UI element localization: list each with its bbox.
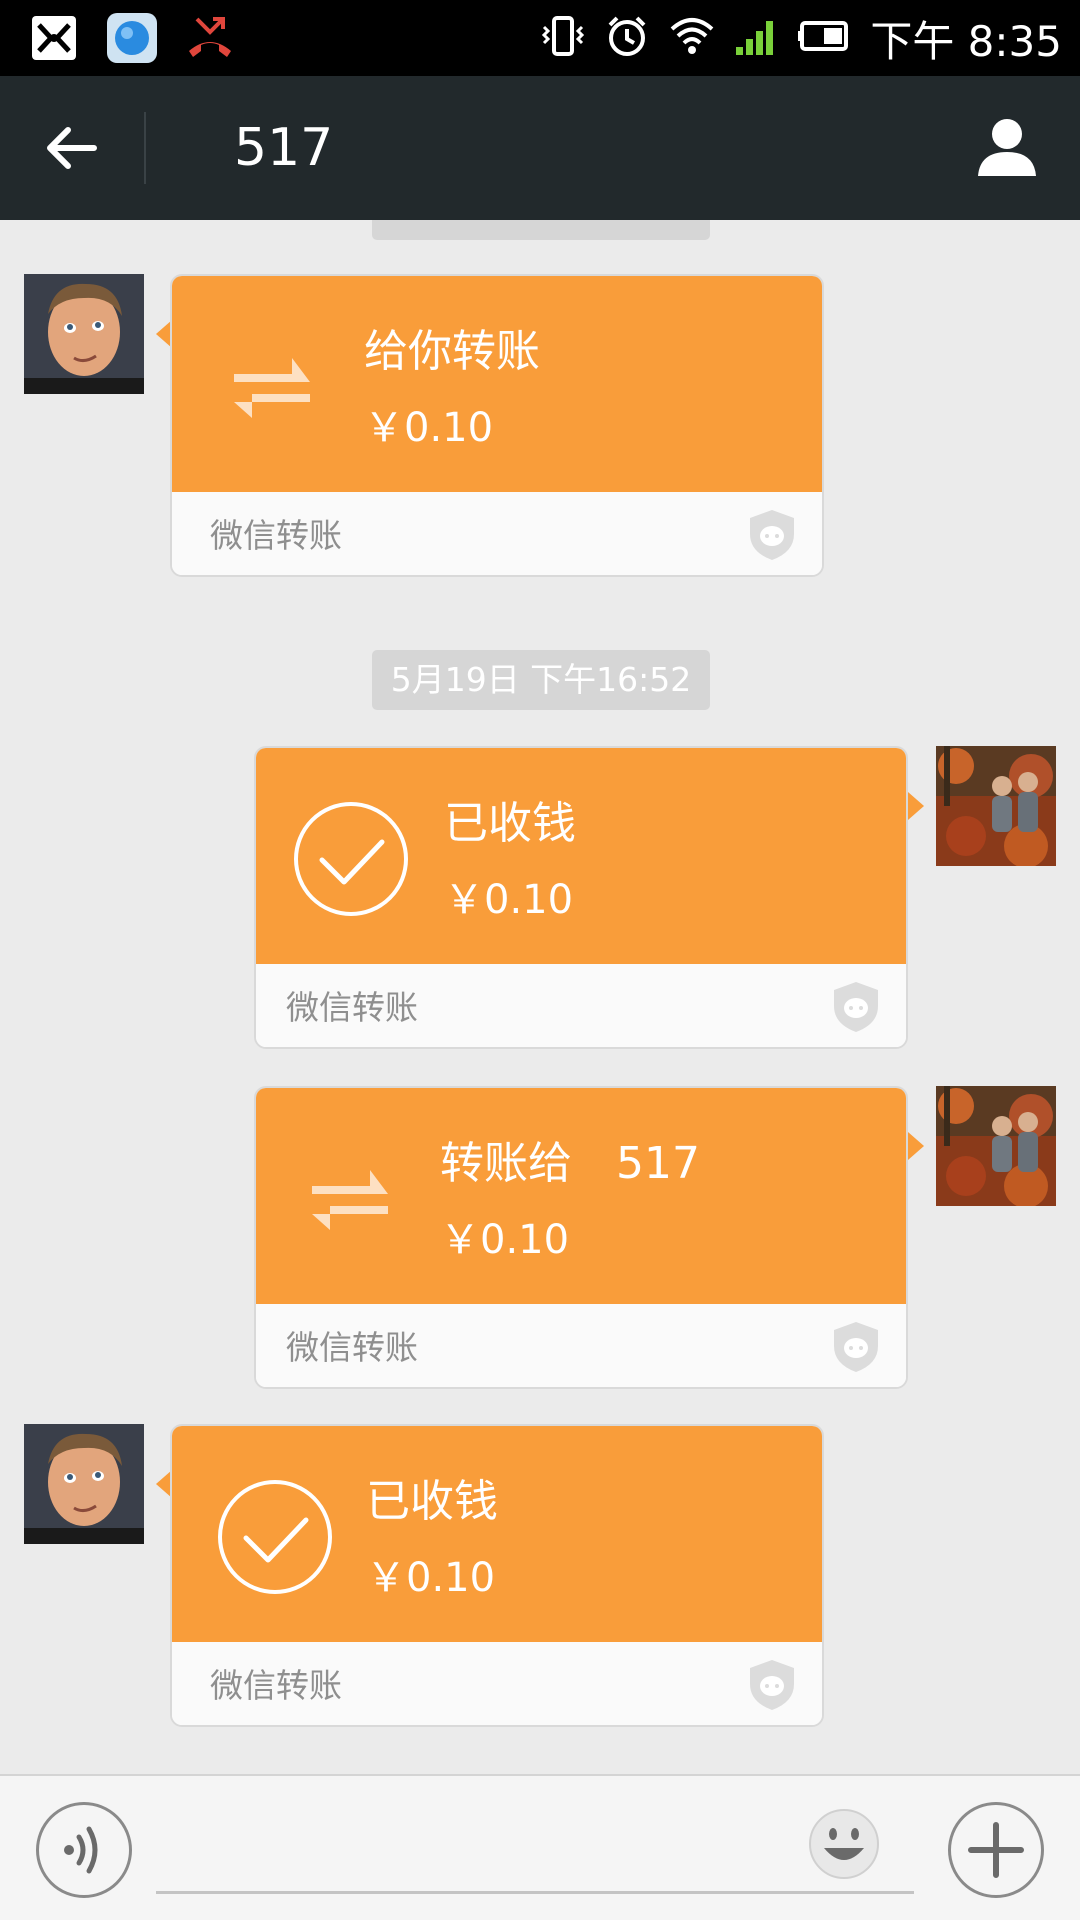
received-title: 已收钱 xyxy=(366,1476,498,1527)
plus-icon xyxy=(968,1822,1024,1878)
battery-icon xyxy=(796,13,852,63)
transfer-arrows-icon xyxy=(312,1170,388,1230)
transfer-bubble[interactable]: 给你转账 ￥0.10 微信转账 xyxy=(170,274,824,577)
chat-info-button[interactable] xyxy=(974,114,1040,180)
arrow-left-icon xyxy=(47,127,97,169)
signal-icon xyxy=(734,13,778,63)
bubble-footer: 微信转账 xyxy=(256,1304,906,1387)
wechat-transfer-label: 微信转账 xyxy=(210,1666,342,1705)
transfer-recipient: 517 xyxy=(616,1138,700,1189)
wifi-icon xyxy=(668,13,716,63)
shield-icon xyxy=(750,1660,794,1710)
voice-button[interactable] xyxy=(36,1802,132,1898)
transfer-title: 转账给 517 xyxy=(440,1136,700,1192)
transfer-amount: ￥0.10 xyxy=(440,1217,570,1263)
transfer-bubble[interactable]: 转账给 517 ￥0.10 微信转账 xyxy=(254,1086,908,1389)
status-bar: 下午 8:35 xyxy=(0,0,1080,76)
received-bubble[interactable]: 已收钱 ￥0.10 微信转账 xyxy=(170,1424,824,1727)
bubble-header: 已收钱 ￥0.10 xyxy=(256,748,906,964)
browser-icon xyxy=(104,10,160,66)
check-circle-icon xyxy=(218,1480,332,1594)
received-amount: ￥0.10 xyxy=(366,1555,496,1601)
wechat-transfer-label: 微信转账 xyxy=(286,1328,418,1367)
more-button[interactable] xyxy=(948,1802,1044,1898)
header-divider xyxy=(144,112,146,184)
chat-header: 517 xyxy=(0,76,1080,220)
person-icon xyxy=(978,119,1036,176)
clock-text: 下午 8:35 xyxy=(870,16,1062,66)
message-input[interactable] xyxy=(156,1806,914,1894)
emoji-button[interactable] xyxy=(806,1806,882,1882)
smiley-icon xyxy=(809,1809,879,1879)
bubble-tail xyxy=(908,792,924,820)
timestamp: 5月19日 下午16:52 xyxy=(372,650,710,710)
bubble-header: 转账给 517 ￥0.10 xyxy=(256,1088,906,1304)
voice-icon xyxy=(64,1826,98,1874)
received-amount: ￥0.10 xyxy=(444,877,574,923)
bubble-footer: 微信转账 xyxy=(256,964,906,1047)
check-circle-icon xyxy=(294,802,408,916)
bubble-footer: 微信转账 xyxy=(172,492,822,575)
vibrate-icon xyxy=(540,13,586,63)
transfer-arrows-icon xyxy=(234,358,310,418)
bubble-header: 已收钱 ￥0.10 xyxy=(172,1426,822,1642)
my-avatar[interactable] xyxy=(936,746,1056,866)
my-avatar[interactable] xyxy=(936,1086,1056,1206)
received-bubble[interactable]: 已收钱 ￥0.10 微信转账 xyxy=(254,746,908,1049)
transfer-amount: ￥0.10 xyxy=(364,405,494,451)
shield-icon xyxy=(834,1322,878,1372)
bubble-footer: 微信转账 xyxy=(172,1642,822,1725)
timestamp-partial xyxy=(372,220,710,240)
contact-avatar[interactable] xyxy=(24,1424,144,1544)
app-icon xyxy=(26,10,82,66)
wechat-transfer-label: 微信转账 xyxy=(210,516,342,555)
bubble-tail xyxy=(908,1132,924,1160)
chat-title: 517 xyxy=(234,118,334,178)
chat-message-list[interactable]: 给你转账 ￥0.10 微信转账 5月19日 下午16:52 已收钱 ￥0.10 … xyxy=(0,220,1080,1774)
transfer-title: 给你转账 xyxy=(364,326,540,377)
contact-avatar[interactable] xyxy=(24,274,144,394)
received-title: 已收钱 xyxy=(444,798,576,849)
back-button[interactable] xyxy=(40,116,104,180)
alarm-icon xyxy=(604,13,650,63)
shield-icon xyxy=(834,982,878,1032)
wechat-transfer-label: 微信转账 xyxy=(286,988,418,1027)
missed-call-icon xyxy=(182,10,238,66)
shield-icon xyxy=(750,510,794,560)
transfer-to-label: 转账给 xyxy=(440,1138,572,1189)
message-input-bar xyxy=(0,1774,1080,1920)
bubble-header: 给你转账 ￥0.10 xyxy=(172,276,822,492)
